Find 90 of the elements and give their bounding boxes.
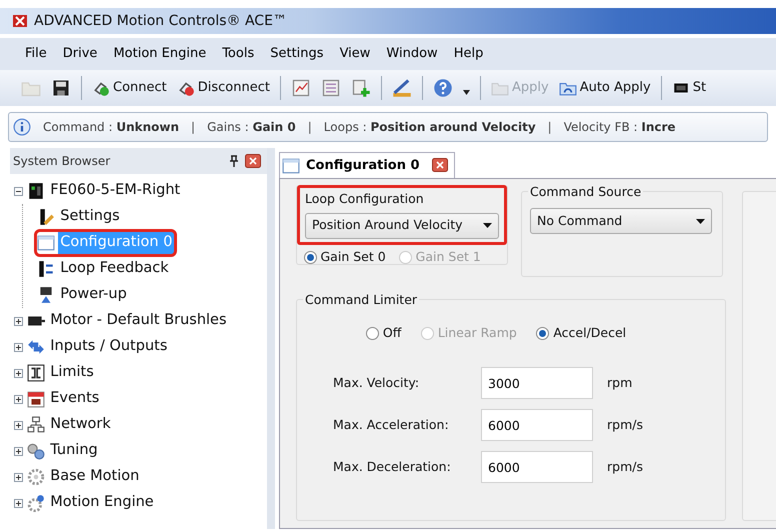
tree-item[interactable]: Motor - Default Brushles: [48, 310, 229, 332]
toolbar-button[interactable]: Connect: [89, 76, 170, 100]
toolbar-button[interactable]: St: [668, 76, 710, 100]
gear-icon: [27, 494, 45, 512]
expand-button[interactable]: [14, 394, 23, 404]
expand-button[interactable]: [14, 342, 23, 352]
tree-item[interactable]: Events: [48, 388, 102, 410]
brackets-icon: [27, 364, 45, 382]
add-page-icon: [350, 78, 371, 98]
plus-icon: [15, 474, 22, 480]
plus-icon: [15, 422, 22, 428]
expand-button[interactable]: [14, 368, 23, 378]
tree-item[interactable]: Power-up: [58, 284, 129, 306]
tree-item[interactable]: Loop Feedback: [58, 258, 171, 280]
menu-item[interactable]: Window: [379, 42, 445, 66]
ruler-pencil-icon: [392, 78, 412, 98]
input-field[interactable]: 3000: [481, 367, 593, 400]
plus-icon: [15, 500, 22, 506]
toolbar-button[interactable]: Auto Apply: [556, 76, 654, 100]
radio-button: Gain Set 1: [398, 248, 481, 267]
radio-button: Linear Ramp: [420, 324, 517, 343]
separator-text: |: [548, 119, 552, 136]
list-icon: [320, 78, 341, 98]
input-field[interactable]: 6000: [481, 409, 593, 442]
menu-item[interactable]: File: [18, 42, 54, 66]
save-icon: [51, 78, 71, 98]
tab[interactable]: Configuration 0: [279, 152, 456, 178]
device-icon: [27, 182, 45, 200]
group-label: Loop Configuration: [305, 190, 425, 208]
window-icon: [282, 156, 300, 174]
status-text: Gains : Gain 0: [207, 119, 296, 136]
field-label: Max. Velocity:: [332, 374, 420, 392]
field-label: Max. Acceleration:: [332, 416, 450, 434]
radio-button[interactable]: Gain Set 0: [304, 248, 386, 267]
radio-button[interactable]: Accel/Decel: [536, 324, 626, 343]
plus-icon: [15, 448, 22, 454]
unit-label: rpm/s: [606, 416, 643, 434]
separator-text: |: [191, 119, 196, 136]
pin-button[interactable]: [228, 155, 238, 167]
tree-item[interactable]: FE060-5-EM-Right: [48, 180, 182, 202]
help-icon: [432, 78, 453, 98]
status-text: Loops : Position around Velocity: [324, 119, 536, 136]
tree-item[interactable]: Network: [48, 414, 113, 436]
plus-icon: [15, 318, 22, 324]
menu-item[interactable]: View: [332, 42, 378, 66]
input-field[interactable]: 6000: [481, 451, 593, 484]
expand-button[interactable]: [14, 498, 23, 508]
info-icon: [13, 118, 31, 136]
menu-item[interactable]: Tools: [215, 42, 262, 66]
unit-label: rpm: [606, 374, 632, 392]
radio-button[interactable]: Off: [366, 324, 402, 343]
separator-text: |: [308, 119, 312, 136]
menu-item[interactable]: Help: [446, 42, 490, 66]
menu-item[interactable]: Motion Engine: [106, 42, 214, 66]
menu-item[interactable]: Drive: [56, 42, 104, 66]
tree-item[interactable]: Base Motion: [48, 466, 142, 488]
close-icon[interactable]: [432, 158, 448, 172]
status-text: Velocity FB : Incre: [564, 119, 676, 136]
tree-item[interactable]: Inputs / Outputs: [48, 336, 170, 358]
panel-title: System Browser: [13, 153, 110, 170]
tree-item[interactable]: Tuning: [48, 440, 100, 462]
menu-item[interactable]: Settings: [263, 42, 331, 66]
dropdown[interactable]: Position Around Velocity: [305, 212, 499, 239]
arrows-icon: [27, 338, 45, 356]
toolbar-button[interactable]: Disconnect: [174, 76, 273, 100]
expand-button[interactable]: [14, 186, 23, 196]
gear-icon: [27, 468, 45, 486]
status-text: Command : Unknown: [43, 119, 180, 136]
plus-icon: [15, 370, 22, 376]
chart-icon: [290, 78, 311, 98]
dropdown[interactable]: No Command: [530, 208, 712, 234]
tree-item[interactable]: Settings: [58, 206, 122, 228]
close-button[interactable]: [245, 154, 261, 168]
network-icon: [27, 416, 45, 434]
app-logo-icon: [12, 13, 28, 29]
expand-button[interactable]: [14, 316, 23, 326]
calendar-icon: [27, 390, 45, 408]
window-icon: [37, 234, 55, 252]
expand-button[interactable]: [14, 446, 23, 456]
tree-item[interactable]: Motion Engine: [48, 492, 156, 514]
caret-icon: [483, 223, 492, 228]
expand-button[interactable]: [14, 472, 23, 482]
window-title: ADVANCED Motion Controls® ACE™: [34, 12, 287, 30]
plus-icon: [15, 344, 22, 350]
caret-icon: [696, 218, 705, 224]
plus-icon: [15, 396, 22, 402]
unit-label: rpm/s: [606, 458, 643, 476]
field-label: Max. Deceleration:: [332, 458, 452, 476]
tree-item[interactable]: Limits: [48, 362, 96, 384]
expand-button[interactable]: [14, 420, 23, 430]
